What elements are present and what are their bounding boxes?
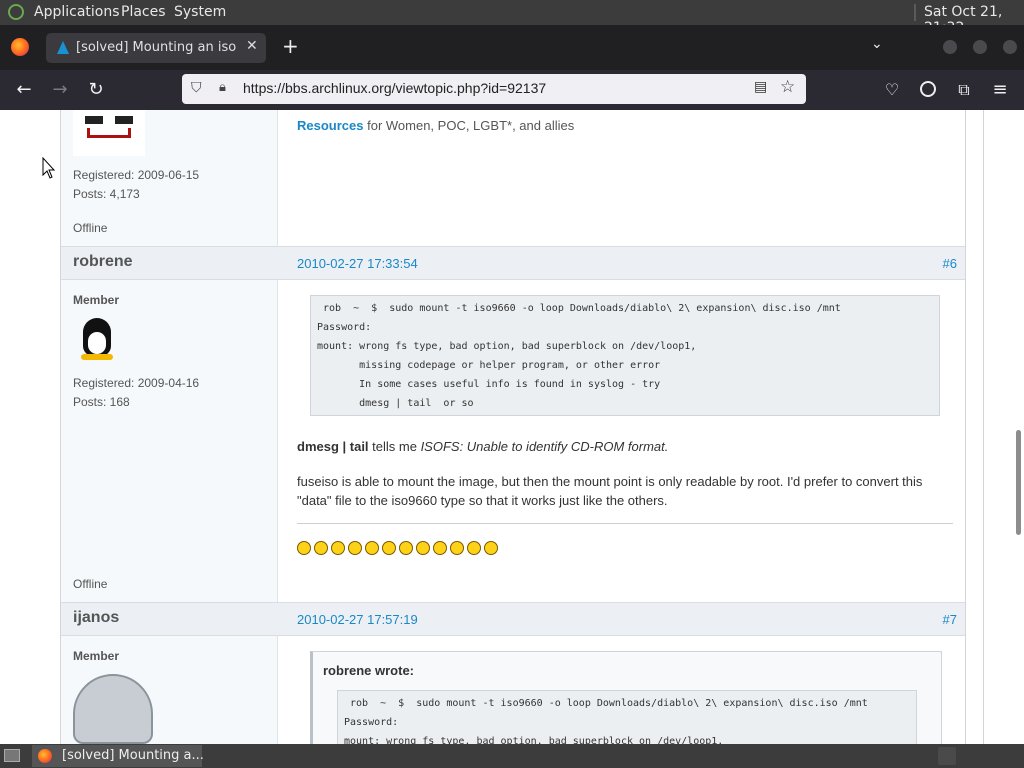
post-author[interactable]: robrene	[73, 253, 133, 271]
show-desktop-icon[interactable]	[4, 749, 20, 762]
forward-button[interactable]: →	[46, 76, 74, 104]
pocket-icon[interactable]: ♡	[878, 76, 906, 104]
panel-separator	[914, 4, 916, 21]
smiley-row	[297, 540, 501, 559]
post-timestamp[interactable]: 2010-02-27 17:33:54	[297, 256, 418, 271]
avatar	[73, 110, 145, 156]
tab-active[interactable]: [solved] Mounting an iso / N ✕	[46, 33, 266, 63]
resources-link[interactable]: Resources	[297, 118, 363, 133]
menu-system[interactable]: System	[174, 4, 226, 20]
page-right-border	[983, 110, 984, 744]
smiley-icon	[314, 541, 328, 555]
post-paragraph-1: dmesg | tail tells me ISOFS: Unable to i…	[297, 439, 668, 454]
firefox-tray-icon[interactable]	[938, 747, 956, 765]
avatar	[73, 674, 153, 744]
smiley-icon	[433, 541, 447, 555]
quote-box: robrene wrote: rob ~ $ sudo mount -t iso…	[310, 651, 942, 744]
tab-title: [solved] Mounting an iso / N	[76, 40, 240, 55]
smiley-icon	[416, 541, 430, 555]
code-block: rob ~ $ sudo mount -t iso9660 -o loop Do…	[310, 295, 940, 416]
task-label: [solved] Mounting a...	[62, 748, 204, 763]
p1-text: tells me	[368, 439, 421, 454]
post-header: robrene 2010-02-27 17:33:54 #6	[61, 246, 965, 280]
smiley-icon	[382, 541, 396, 555]
tracking-shield-icon[interactable]: ⛉	[191, 80, 202, 96]
post-paragraph-2: fuseiso is able to mount the image, but …	[297, 474, 923, 508]
account-icon[interactable]	[920, 81, 936, 97]
window-maximize-icon[interactable]	[973, 40, 987, 54]
post-status: Offline	[73, 577, 108, 591]
signature-divider	[297, 523, 953, 524]
prev-post-author-column: Registered: 2009-06-15 Posts: 4,173 Offl…	[61, 110, 278, 246]
avatar-mouth	[87, 128, 131, 138]
prev-status: Offline	[73, 221, 108, 235]
tab-close-icon[interactable]: ✕	[246, 38, 258, 54]
quote-author: robrene wrote:	[323, 663, 415, 678]
reload-button[interactable]: ↻	[82, 76, 110, 104]
post-header: ijanos 2010-02-27 17:57:19 #7	[61, 602, 965, 636]
scrollbar-thumb[interactable]	[1016, 430, 1021, 535]
distro-logo-icon[interactable]	[8, 4, 24, 20]
prev-registered: Registered: 2009-06-15	[73, 168, 200, 182]
url-text[interactable]: https://bbs.archlinux.org/viewtopic.php?…	[243, 80, 546, 96]
app-menu-icon[interactable]: ≡	[986, 76, 1014, 104]
url-bar[interactable]: ⛉ 🔒︎ https://bbs.archlinux.org/viewtopic…	[182, 74, 806, 104]
firefox-icon	[38, 749, 52, 763]
list-all-tabs-icon[interactable]: ⌄	[871, 36, 883, 52]
lock-icon[interactable]: 🔒︎	[219, 80, 226, 95]
back-button[interactable]: ←	[10, 76, 38, 104]
avatar-eye-left	[85, 116, 103, 124]
post-registered: Registered: 2009-04-16	[73, 376, 200, 390]
tux-belly	[88, 332, 106, 354]
post-timestamp[interactable]: 2010-02-27 17:57:19	[297, 612, 418, 627]
smiley-icon	[365, 541, 379, 555]
menu-places[interactable]: Places	[121, 4, 166, 20]
post-rank: Member	[73, 649, 120, 663]
tux-feet	[81, 354, 113, 360]
firefox-menu-icon[interactable]	[11, 38, 29, 56]
post-count: Posts: 168	[73, 395, 130, 409]
smiley-icon	[297, 541, 311, 555]
post-author-column: Member Registered: 2009-04-16 Posts: 168…	[61, 280, 278, 602]
smiley-icon	[484, 541, 498, 555]
prev-signature: Resources for Women, POC, LGBT*, and all…	[297, 118, 574, 133]
arch-favicon-icon	[57, 41, 69, 54]
p1-italic: ISOFS: Unable to identify CD-ROM format.	[420, 439, 669, 454]
post-number[interactable]: #7	[943, 612, 957, 627]
mouse-cursor-icon	[42, 157, 56, 179]
smiley-icon	[467, 541, 481, 555]
new-tab-button[interactable]: +	[282, 34, 299, 58]
smiley-icon	[450, 541, 464, 555]
resources-text: for Women, POC, LGBT*, and allies	[363, 118, 575, 133]
post-author[interactable]: ijanos	[73, 609, 119, 627]
forum-thread: Registered: 2009-06-15 Posts: 4,173 Offl…	[60, 110, 966, 744]
window-close-icon[interactable]	[1003, 40, 1017, 54]
window-minimize-icon[interactable]	[943, 40, 957, 54]
avatar-eye-right	[115, 116, 133, 124]
top-panel: Applications Places System Sat Oct 21, 2…	[0, 0, 1024, 36]
prev-post-count: Posts: 4,173	[73, 187, 140, 201]
smiley-icon	[399, 541, 413, 555]
tux-avatar	[79, 318, 115, 362]
menu-applications[interactable]: Applications	[34, 4, 120, 20]
smiley-icon	[348, 541, 362, 555]
post-rank: Member	[73, 293, 120, 307]
extensions-icon[interactable]: ⧉	[950, 76, 978, 104]
reader-view-icon[interactable]: ▤	[754, 79, 767, 95]
taskbar-window-button[interactable]: [solved] Mounting a...	[32, 745, 204, 767]
post-author-column: Member	[61, 636, 278, 744]
bookmark-star-icon[interactable]: ☆	[780, 77, 795, 97]
page-content: Registered: 2009-06-15 Posts: 4,173 Offl…	[0, 110, 1024, 744]
dmesg-tail-text: dmesg | tail	[297, 439, 369, 454]
smiley-icon	[331, 541, 345, 555]
code-block: rob ~ $ sudo mount -t iso9660 -o loop Do…	[337, 690, 917, 744]
post-number[interactable]: #6	[943, 256, 957, 271]
